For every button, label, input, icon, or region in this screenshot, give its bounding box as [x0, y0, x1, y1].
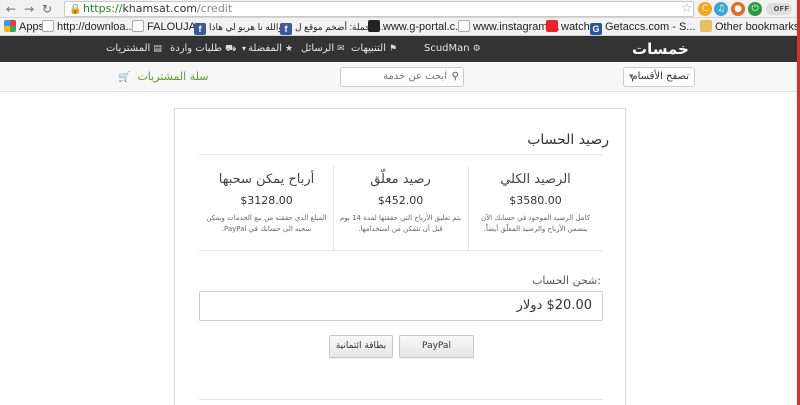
paypal-button[interactable]: PayPal: [399, 335, 474, 358]
page-icon: [132, 20, 144, 32]
title-divider: [199, 154, 603, 155]
flag-icon: ⚑: [388, 44, 398, 54]
balance-total-title: الرصيد الكلي: [500, 172, 571, 187]
column-divider: [468, 166, 469, 250]
search-box[interactable]: ⚲: [340, 67, 464, 87]
bookmark-apps[interactable]: Apps: [4, 20, 44, 34]
balance-withdrawable: أرباح يمكن سحبها $3128.00 المبلغ الذي حق…: [199, 166, 334, 252]
user-icon: ⚙: [472, 44, 481, 54]
bookmark-star-icon[interactable]: ☆: [681, 1, 693, 17]
category-select[interactable]: ▾ تصفح الأقسام: [623, 67, 695, 87]
lock-icon: 🔒: [69, 4, 82, 15]
search-icon[interactable]: ⚲: [452, 68, 459, 86]
balance-pending-amount: $452.00: [377, 194, 424, 207]
section-divider: [199, 250, 603, 251]
cart-link[interactable]: 🛒 سلة المشتريات: [118, 70, 208, 85]
balance-pending-title: رصيد معلّق: [370, 172, 431, 187]
site-header: خمسات ScudMan ⚙ التنبيهات ⚑ الرسائل ✉ ▾ المف…: [0, 36, 800, 62]
power-icon[interactable]: ⏻: [748, 2, 762, 16]
extension-orange-icon[interactable]: ●: [731, 2, 745, 16]
bookmark-falouja[interactable]: FALOUJA: [132, 20, 196, 34]
facebook-icon: f: [194, 23, 206, 35]
star-icon: ★: [285, 44, 294, 54]
nav-messages[interactable]: الرسائل ✉: [301, 42, 345, 56]
reload-icon[interactable]: ↻: [40, 2, 54, 16]
envelope-icon: ✉: [337, 44, 345, 54]
cart-icon: 🛒: [118, 72, 131, 83]
nav-purchases[interactable]: المشتريات ▤: [106, 42, 162, 56]
credit-card-button[interactable]: بطاقة ائتمانية: [329, 335, 393, 358]
balance-withdrawable-title: أرباح يمكن سحبها: [218, 172, 315, 187]
charge-amount-field[interactable]: $20.00 دولار: [199, 291, 603, 321]
extension-c-icon[interactable]: C: [698, 2, 712, 16]
bottom-divider: [199, 399, 603, 400]
getaccs-icon: G: [590, 23, 602, 35]
balance-total-amount: $3580.00: [509, 194, 562, 207]
headphones-icon[interactable]: ♫: [714, 2, 728, 16]
balance-withdrawable-description: المبلغ الذي حققته من بيع الخدمات ويمكن س…: [206, 214, 327, 233]
folder-open-icon: ▤: [153, 44, 162, 54]
truck-icon: ⛟: [225, 44, 237, 54]
balance-pending: رصيد معلّق $452.00 يتم تعليق الأرباح الت…: [333, 166, 468, 252]
bookmark-download[interactable]: http://downloa...: [42, 20, 135, 34]
bookmark-other[interactable]: Other bookmarks: [700, 20, 799, 34]
credit-card-panel: رصيد الحساب الرصيد الكلي $3580.00 كامل ا…: [174, 108, 626, 405]
off-toggle[interactable]: OFF: [766, 3, 792, 15]
bookmark-getaccs[interactable]: G Getaccs.com - S...: [590, 20, 695, 35]
nav-notifications[interactable]: التنبيهات ⚑: [351, 42, 397, 56]
bookmark-gportal[interactable]: www.g-portal.c...: [368, 20, 464, 34]
bookmark-facebook-1[interactable]: fوالله نا هربو لي هاذا ...: [194, 20, 293, 35]
bookmark-watch[interactable]: watch: [546, 20, 590, 34]
balance-withdrawable-amount: $3128.00: [240, 194, 293, 207]
search-input[interactable]: [341, 71, 447, 82]
balance-total-description: كامل الرصيد الموجود في حسابك الآن يتضمن …: [481, 214, 590, 233]
forward-icon[interactable]: →: [22, 2, 36, 16]
sub-header: ▾ تصفح الأقسام ⚲ 🛒 سلة المشتريات: [0, 62, 800, 92]
address-bar[interactable]: 🔒 https://khamsat.com/credit: [64, 1, 694, 17]
folder-icon: [546, 20, 558, 32]
nav-user[interactable]: ScudMan ⚙: [424, 42, 481, 56]
folder-icon: [700, 20, 712, 32]
charge-label: شحن الحساب:: [532, 274, 601, 287]
bookmarks-bar: Apps http://downloa... FALOUJA f والله نا…: [0, 18, 800, 36]
page-icon: [42, 20, 54, 32]
apps-grid-icon: [4, 20, 16, 32]
back-icon[interactable]: ←: [4, 2, 18, 16]
url-host: khamsat.com: [122, 2, 198, 15]
nav-favorites[interactable]: ▾ المفضلة ★: [242, 42, 293, 56]
url-protocol: https://: [83, 2, 123, 15]
url-path: /credit: [197, 2, 233, 15]
site-logo[interactable]: خمسات: [632, 40, 689, 58]
facebook-icon: f: [280, 23, 292, 35]
chevron-down-icon: ▾: [242, 44, 247, 53]
browser-toolbar: ← → ↻ 🔒 https://khamsat.com/credit ☆ C ♫…: [0, 0, 800, 18]
page-icon: [458, 20, 470, 32]
gportal-icon: [368, 20, 380, 32]
balance-pending-description: يتم تعليق الأرباح التي حققتها لمدة 14 يو…: [339, 214, 462, 233]
nav-incoming-requests[interactable]: طلبات واردة ⛟: [170, 42, 236, 56]
balance-total: الرصيد الكلي $3580.00 كامل الرصيد الموجو…: [468, 166, 603, 252]
page-title: رصيد الحساب: [527, 132, 609, 148]
bookmark-instagram[interactable]: www.instagram....: [458, 20, 560, 34]
